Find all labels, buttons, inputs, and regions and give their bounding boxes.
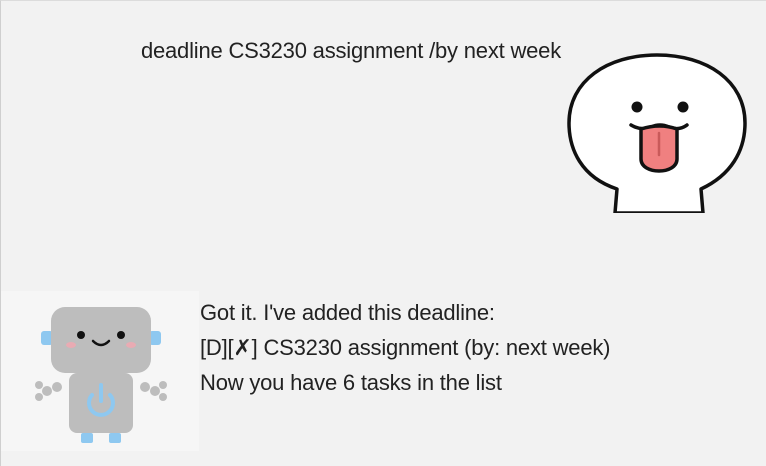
user-dialog-row: deadline CS3230 assignment /by next week	[1, 1, 766, 231]
bot-message-label: Got it. I've added this deadline: [D][✗]…	[200, 295, 610, 400]
user-message-label: deadline CS3230 assignment /by next week	[140, 38, 561, 63]
bot-message-line: Got it. I've added this deadline:	[200, 300, 495, 325]
tongue-out-face-icon	[567, 53, 747, 213]
bot-dialog-row: Got it. I've added this deadline: [D][✗]…	[1, 291, 766, 451]
bot-avatar-panel	[1, 291, 199, 451]
bot-message-line: [D][✗] CS3230 assignment (by: next week)	[200, 335, 611, 360]
chat-window: deadline CS3230 assignment /by next week	[0, 0, 766, 466]
robot-icon	[35, 307, 167, 443]
bot-message-line: Now you have 6 tasks in the list	[200, 370, 502, 395]
